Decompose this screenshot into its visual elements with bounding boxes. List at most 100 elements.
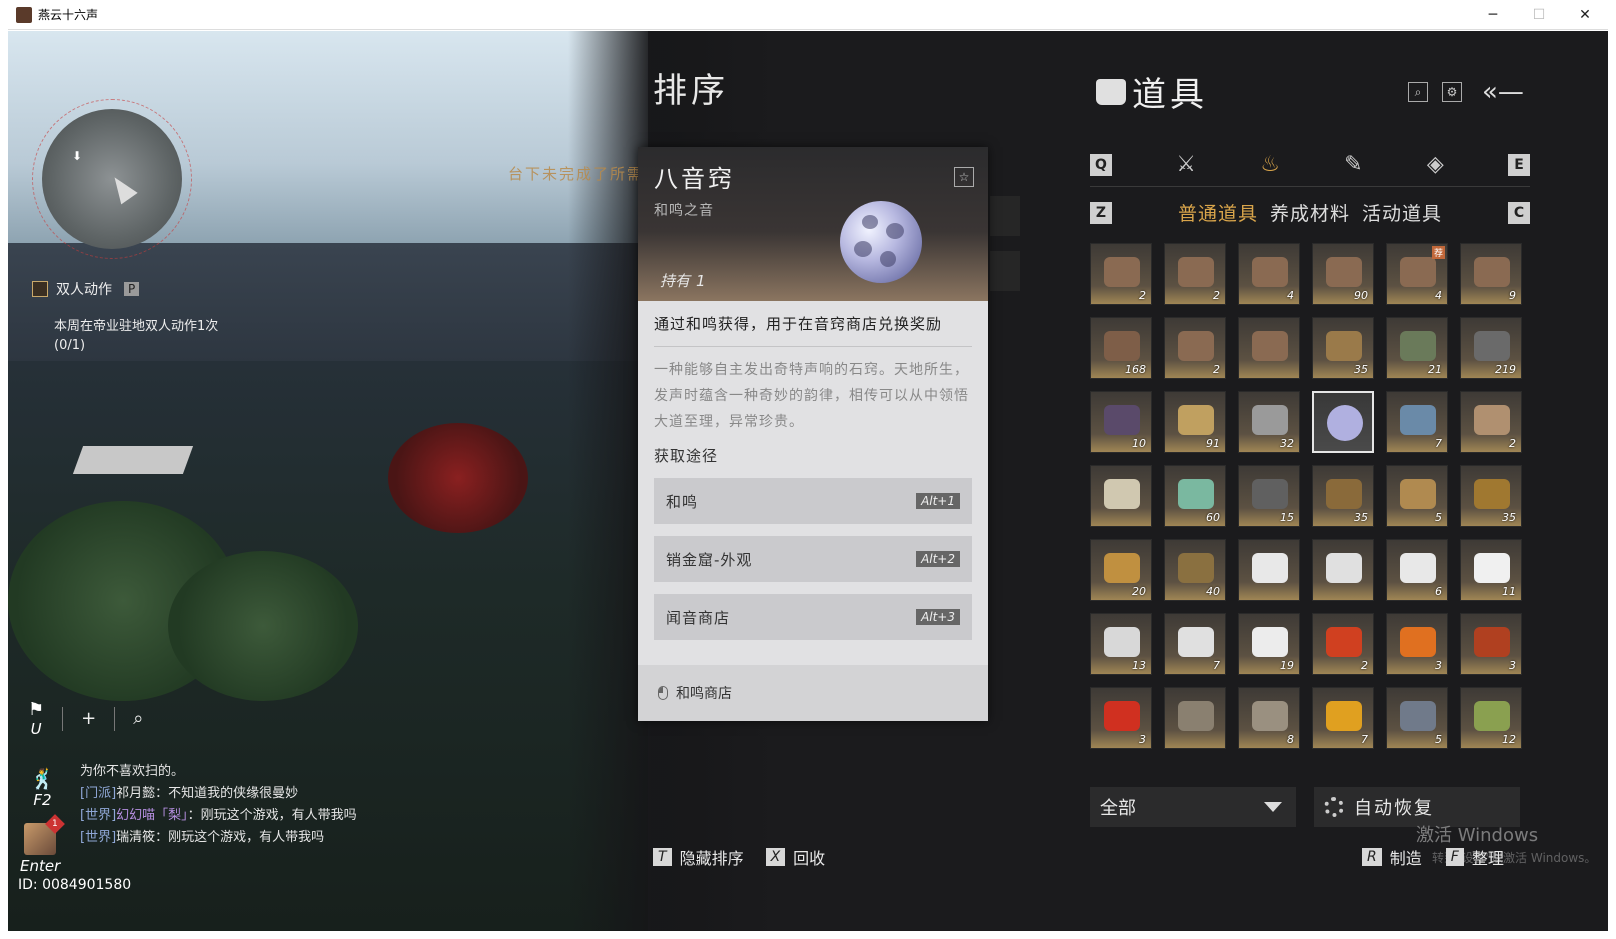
inventory-slot[interactable] xyxy=(1090,465,1152,527)
inventory-slot[interactable]: 60 xyxy=(1164,465,1226,527)
tab-event-items[interactable]: 活动道具 xyxy=(1362,199,1442,226)
item-icon xyxy=(1400,701,1436,731)
item-icon xyxy=(1104,701,1140,731)
minimize-button[interactable]: ─ xyxy=(1470,0,1516,30)
inventory-slot[interactable]: 15 xyxy=(1238,465,1300,527)
inventory-slot[interactable]: 3 xyxy=(1386,613,1448,675)
weapon-icon[interactable]: ⚔ xyxy=(1176,152,1196,177)
filter-dropdown[interactable]: 全部 xyxy=(1090,787,1296,827)
inventory-slot[interactable]: 4 xyxy=(1238,243,1300,305)
pouch-icon[interactable]: ♨ xyxy=(1260,152,1280,177)
inventory-slot[interactable]: 荐4 xyxy=(1386,243,1448,305)
inventory-slot[interactable]: 32 xyxy=(1238,391,1300,453)
inventory-slot[interactable] xyxy=(1164,687,1226,749)
item-count: 5 xyxy=(1435,511,1442,524)
inventory-slot[interactable]: 20 xyxy=(1090,539,1152,601)
inventory-slot[interactable] xyxy=(1238,539,1300,601)
search-icon[interactable]: ⌕ xyxy=(1408,82,1428,102)
chat-log[interactable]: 为你不喜欢扫的。 [门派]祁月懿：不知道我的侠缘很曼妙 [世界]幻幻喵「梨」：刚… xyxy=(80,761,400,849)
quest-progress: (0/1) xyxy=(54,338,86,353)
item-icon xyxy=(1178,627,1214,657)
inventory-slot[interactable]: 40 xyxy=(1164,539,1226,601)
inventory-slot[interactable]: 5 xyxy=(1386,465,1448,527)
inventory-slot[interactable]: 90 xyxy=(1312,243,1374,305)
add-icon[interactable]: + xyxy=(81,708,96,729)
quest-icon xyxy=(32,281,48,297)
hide-sort-button[interactable]: T 隐藏排序 xyxy=(653,845,744,869)
inventory-slot[interactable]: 6 xyxy=(1386,539,1448,601)
inventory-slot[interactable]: 35 xyxy=(1312,317,1374,379)
shop-link[interactable]: 和鸣商店 xyxy=(638,665,988,721)
prev-category-key[interactable]: Q xyxy=(1090,153,1112,176)
inventory-slot[interactable]: 12 xyxy=(1460,687,1522,749)
inventory-slot[interactable]: 10 xyxy=(1090,391,1152,453)
item-icon xyxy=(1252,479,1288,509)
back-arrow-icon[interactable]: «— xyxy=(1482,77,1524,107)
inventory-slot[interactable]: 2 xyxy=(1312,613,1374,675)
settings-gear-icon[interactable]: ⚙ xyxy=(1442,82,1462,102)
item-count: 19 xyxy=(1280,659,1294,672)
inventory-slot[interactable]: 168 xyxy=(1090,317,1152,379)
minimap[interactable]: ⬇ xyxy=(32,99,192,259)
inventory-slot[interactable]: 21 xyxy=(1386,317,1448,379)
chevron-down-icon xyxy=(1264,802,1282,812)
prev-subtab-key[interactable]: Z xyxy=(1090,201,1112,224)
sort-option[interactable] xyxy=(990,251,1020,291)
recycle-button[interactable]: X 回收 xyxy=(765,845,825,869)
inventory-slot[interactable]: 219 xyxy=(1460,317,1522,379)
inventory-slot[interactable]: 35 xyxy=(1312,465,1374,527)
chat-message: [门派]祁月懿：不知道我的侠缘很曼妙 xyxy=(80,786,299,801)
inventory-slot[interactable] xyxy=(1238,317,1300,379)
source-shop[interactable]: 闻音商店 Alt+3 xyxy=(654,594,972,640)
source-hemming[interactable]: 和鸣 Alt+1 xyxy=(654,478,972,524)
maximize-button[interactable]: ☐ xyxy=(1516,0,1562,30)
search-icon[interactable]: ⌕ xyxy=(133,708,143,729)
inventory-slot[interactable]: 2 xyxy=(1090,243,1152,305)
item-count: 168 xyxy=(1125,363,1146,376)
sort-option[interactable] xyxy=(990,196,1020,236)
favorite-star-icon[interactable]: ☆ xyxy=(954,167,974,187)
inventory-slot[interactable]: 7 xyxy=(1386,391,1448,453)
mark-button[interactable]: ⚑ U xyxy=(28,699,44,738)
item-icon xyxy=(1104,553,1140,583)
emote-button[interactable]: 🕺 F2 xyxy=(30,767,55,809)
inventory-slot[interactable]: 3 xyxy=(1090,687,1152,749)
inventory-slot[interactable]: 2 xyxy=(1164,317,1226,379)
item-icon xyxy=(1178,553,1214,583)
source-xiaojinku[interactable]: 销金窟-外观 Alt+2 xyxy=(654,536,972,582)
item-icon xyxy=(1474,405,1510,435)
inventory-slot[interactable]: 3 xyxy=(1460,613,1522,675)
inventory-slot[interactable]: 13 xyxy=(1090,613,1152,675)
scroll-icon[interactable]: ✎ xyxy=(1344,152,1362,177)
inventory-slot[interactable] xyxy=(1312,539,1374,601)
quest-tracker[interactable]: 双人动作 P 本周在帝业驻地双人动作1次 (0/1) xyxy=(32,279,218,355)
inventory-slot[interactable]: 91 xyxy=(1164,391,1226,453)
filter-value: 全部 xyxy=(1100,798,1136,819)
inventory-slot[interactable]: 8 xyxy=(1238,687,1300,749)
activation-watermark: 激活 Windows xyxy=(1416,825,1539,846)
tab-normal-items[interactable]: 普通道具 xyxy=(1178,199,1258,226)
avatar: 1 xyxy=(24,814,66,855)
close-button[interactable]: ✕ xyxy=(1562,0,1608,30)
craft-button[interactable]: R 制造 xyxy=(1362,845,1422,869)
inventory-slot[interactable]: 7 xyxy=(1164,613,1226,675)
inventory-slot[interactable]: 35 xyxy=(1460,465,1522,527)
item-count: 7 xyxy=(1361,733,1368,746)
item-icon xyxy=(1252,553,1288,583)
inventory-slot[interactable]: 7 xyxy=(1312,687,1374,749)
inventory-slot[interactable] xyxy=(1312,391,1374,453)
item-icon xyxy=(1400,257,1436,287)
next-category-key[interactable]: E xyxy=(1508,153,1530,176)
inventory-slot[interactable]: 5 xyxy=(1386,687,1448,749)
inventory-slot[interactable]: 19 xyxy=(1238,613,1300,675)
inventory-slot[interactable]: 11 xyxy=(1460,539,1522,601)
item-count: 8 xyxy=(1287,733,1294,746)
inventory-slot[interactable]: 2 xyxy=(1460,391,1522,453)
gem-icon[interactable]: ◈ xyxy=(1427,152,1444,177)
inventory-slot[interactable]: 9 xyxy=(1460,243,1522,305)
organize-button[interactable]: F 整理 xyxy=(1445,845,1504,869)
chat-button[interactable]: 1 Enter xyxy=(20,814,66,875)
next-subtab-key[interactable]: C xyxy=(1507,201,1530,224)
tab-materials[interactable]: 养成材料 xyxy=(1270,199,1350,226)
inventory-slot[interactable]: 2 xyxy=(1164,243,1226,305)
